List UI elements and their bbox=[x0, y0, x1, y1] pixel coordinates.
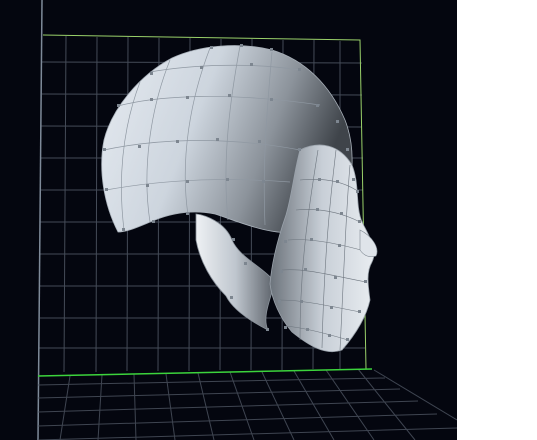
floor-grid-plane bbox=[37, 368, 457, 440]
side-panel bbox=[457, 0, 537, 440]
vertical-axis bbox=[37, 0, 43, 440]
x-axis-line bbox=[37, 368, 373, 377]
neck-mesh bbox=[195, 213, 276, 331]
viewport-canvas[interactable] bbox=[0, 0, 457, 440]
3d-viewport[interactable] bbox=[0, 0, 457, 440]
